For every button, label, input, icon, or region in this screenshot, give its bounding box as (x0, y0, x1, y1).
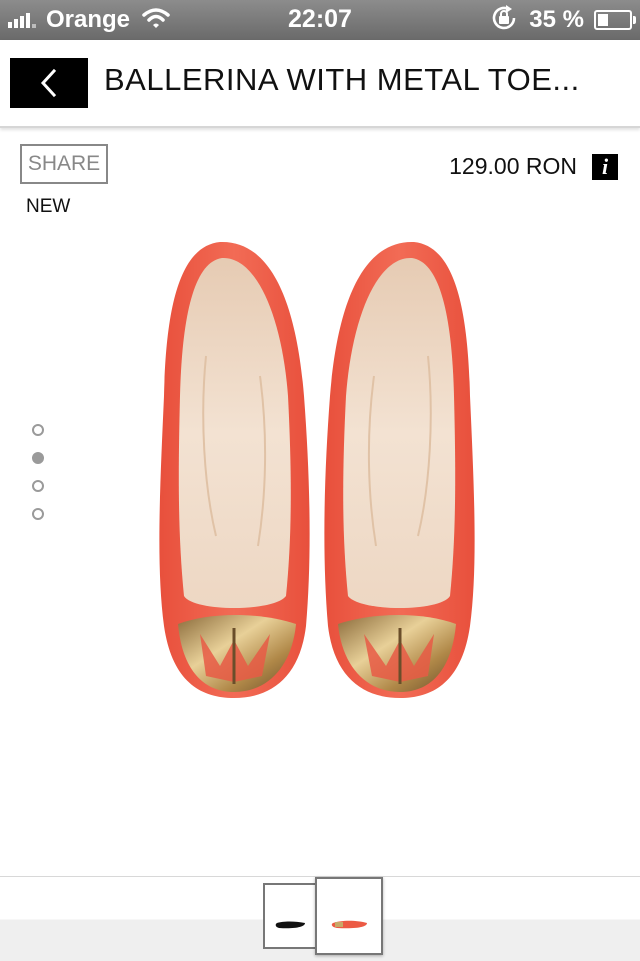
black-shoe-thumbnail-image (275, 921, 305, 929)
rotation-lock-icon (489, 3, 519, 38)
coral-shoe-thumbnail-image (331, 920, 367, 929)
battery-level (598, 14, 608, 26)
share-button[interactable]: SHARE (20, 144, 108, 184)
thumbnail-coral-shoe[interactable] (315, 877, 383, 955)
new-badge: NEW (26, 196, 71, 217)
back-button[interactable] (10, 58, 88, 108)
chevron-left-icon (40, 68, 57, 98)
status-bar: Orange 22:07 35 % (0, 0, 640, 40)
right-shoe (324, 241, 475, 699)
status-right: 35 % (489, 4, 636, 34)
navigation-header: BALLERINA WITH METAL TOE... (0, 40, 640, 128)
page-dot-2[interactable] (32, 452, 44, 464)
info-button[interactable]: i (592, 154, 618, 180)
battery-percent: 35 % (529, 6, 584, 33)
left-shoe (159, 241, 310, 699)
product-image[interactable] (150, 236, 490, 706)
page-title: BALLERINA WITH METAL TOE... (104, 62, 580, 97)
ballerina-shoes-illustration (159, 241, 475, 699)
battery-tip (633, 16, 636, 24)
product-price: 129.00 RON (449, 153, 577, 179)
info-icon: i (601, 154, 609, 179)
image-page-indicator (32, 424, 44, 536)
thumbnail-black-shoe[interactable] (263, 883, 317, 949)
page-dot-3[interactable] (32, 480, 44, 492)
page-dot-1[interactable] (32, 424, 44, 436)
thumbnail-strip (0, 876, 640, 961)
page-dot-4[interactable] (32, 508, 44, 520)
battery-icon (594, 10, 636, 30)
